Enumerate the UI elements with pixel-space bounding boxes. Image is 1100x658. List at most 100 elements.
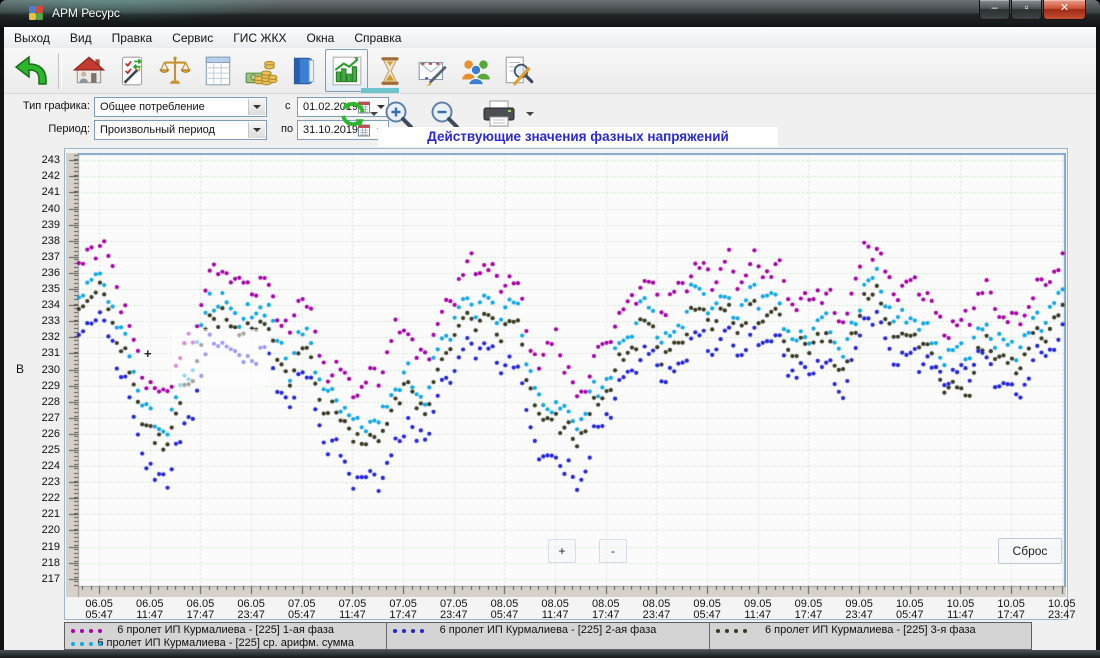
journal-button[interactable] xyxy=(110,49,153,92)
close-button[interactable]: ✕ xyxy=(1043,0,1086,20)
mail-icon xyxy=(416,54,450,88)
legend-cell: 6 пролет ИП Курмалиева - [225] 2-ая фаза xyxy=(387,623,709,649)
chart-type-label: Тип графика: xyxy=(10,100,90,112)
period-dropdown-icon[interactable] xyxy=(248,122,265,138)
menu-item[interactable]: ГИС ЖКХ xyxy=(223,29,296,47)
legend-series-swatch-icon xyxy=(71,629,102,633)
chart-area: В 21721821922022122222322422522622722822… xyxy=(4,148,1096,650)
hourglass-icon xyxy=(373,54,407,88)
chart-zoom-in-button[interactable]: + xyxy=(548,539,576,563)
menu-item[interactable]: Справка xyxy=(344,29,411,47)
chart-type-value: Общее потребление xyxy=(100,101,205,113)
menu-bar: ВыходВидПравкаСервисГИС ЖКХОкнаСправка xyxy=(4,27,1096,49)
chart-zoom-out-button[interactable]: - xyxy=(599,539,627,563)
inspect-button[interactable] xyxy=(497,49,540,92)
x-tick-label: 09.0505:47 xyxy=(679,599,735,621)
menu-item[interactable]: Вид xyxy=(60,29,102,47)
menu-item[interactable]: Окна xyxy=(296,29,344,47)
legend-entry: 6 пролет ИП Курмалиева - [225] 2-ая фаза xyxy=(387,624,708,637)
x-tick-label: 07.0523:47 xyxy=(426,599,482,621)
maximize-button[interactable]: ▫ xyxy=(1011,0,1042,20)
x-axis-labels: 06.0505:4706.0511:4706.0517:4706.0523:47… xyxy=(66,599,1066,621)
hourglass-button[interactable] xyxy=(368,49,411,92)
chart-panel: + + - Сброс 06.0505:4706.0511:4706.0517:… xyxy=(64,148,1068,620)
y-tick-label: 222 xyxy=(28,493,60,504)
x-tick-label: 09.0523:47 xyxy=(831,599,887,621)
legend-entry: 6 пролет ИП Курмалиева - [225] 3-я фаза xyxy=(710,624,1031,637)
y-tick-label: 236 xyxy=(28,268,60,279)
app-icon xyxy=(28,5,44,21)
users-icon xyxy=(459,54,493,88)
back-button[interactable] xyxy=(10,49,53,92)
x-tick-label: 07.0505:47 xyxy=(274,599,330,621)
legend-series-label: 6 пролет ИП Курмалиева - [225] 1-ая фаза xyxy=(65,624,386,637)
inspect-icon xyxy=(502,54,536,88)
main-toolbar xyxy=(4,48,1096,94)
y-tick-label: 230 xyxy=(28,365,60,376)
y-tick-label: 235 xyxy=(28,284,60,295)
print-button[interactable] xyxy=(478,99,520,129)
y-axis-unit: В xyxy=(16,362,24,376)
scales-button[interactable] xyxy=(153,49,196,92)
finance-button[interactable] xyxy=(239,49,282,92)
y-tick-label: 243 xyxy=(28,155,60,166)
y-tick-label: 241 xyxy=(28,187,60,198)
y-tick-label: 218 xyxy=(28,558,60,569)
x-tick-label: 07.0511:47 xyxy=(324,599,380,621)
chart-reset-button[interactable]: Сброс xyxy=(998,538,1062,564)
client-area: Тип графика: Общее потребление с 01.02.2… xyxy=(4,48,1096,650)
y-tick-label: 217 xyxy=(28,574,60,585)
x-tick-label: 08.0517:47 xyxy=(578,599,634,621)
y-tick-label: 228 xyxy=(28,397,60,408)
legend-series-swatch-icon xyxy=(393,629,424,633)
period-value: Произвольный период xyxy=(100,124,215,136)
period-select[interactable]: Произвольный период xyxy=(94,120,267,140)
menu-item[interactable]: Выход xyxy=(4,29,60,47)
period-label: Период: xyxy=(10,123,90,135)
mail-button[interactable] xyxy=(411,49,454,92)
x-tick-label: 10.0511:47 xyxy=(932,599,988,621)
print-dropdown-icon[interactable] xyxy=(526,112,534,116)
x-tick-label: 09.0517:47 xyxy=(780,599,836,621)
y-tick-label: 239 xyxy=(28,220,60,231)
y-axis-labels: 2172182192202212222232242252262272282292… xyxy=(28,153,62,586)
menu-item[interactable]: Правка xyxy=(102,29,163,47)
table-button[interactable] xyxy=(196,49,239,92)
y-tick-label: 232 xyxy=(28,332,60,343)
book-button[interactable] xyxy=(282,49,325,92)
date-to-label: по xyxy=(281,123,293,135)
y-tick-label: 229 xyxy=(28,381,60,392)
app-window: АРМ Ресурс – ▫ ✕ ВыходВидПравкаСервисГИС… xyxy=(0,0,1100,658)
chart-legend: 6 пролет ИП Курмалиева - [225] 1-ая фаза… xyxy=(64,622,1032,650)
home-button[interactable] xyxy=(67,49,110,92)
minimize-button[interactable]: – xyxy=(979,0,1010,20)
y-tick-label: 227 xyxy=(28,413,60,424)
date-from-label: с xyxy=(285,100,291,112)
menu-item[interactable]: Сервис xyxy=(162,29,223,47)
refresh-button[interactable] xyxy=(338,99,368,129)
window-title: АРМ Ресурс xyxy=(52,6,120,20)
window-bottom-frame xyxy=(0,650,1100,658)
chart-type-select[interactable]: Общее потребление xyxy=(94,97,267,117)
chart-type-dropdown-icon[interactable] xyxy=(248,99,265,115)
x-tick-label: 10.0523:47 xyxy=(1034,599,1090,621)
users-button[interactable] xyxy=(454,49,497,92)
x-tick-label: 10.0517:47 xyxy=(983,599,1039,621)
y-tick-label: 220 xyxy=(28,525,60,536)
y-tick-label: 240 xyxy=(28,204,60,215)
x-tick-label: 06.0505:47 xyxy=(71,599,127,621)
y-tick-label: 226 xyxy=(28,429,60,440)
chart-title: Действующие значения фазных напряжений xyxy=(378,127,778,147)
chart-button[interactable] xyxy=(325,49,368,92)
x-tick-label: 07.0517:47 xyxy=(375,599,431,621)
y-tick-label: 223 xyxy=(28,477,60,488)
legend-series-label: 6 пролет ИП Курмалиева - [225] ср. арифм… xyxy=(65,637,386,650)
x-tick-label: 09.0511:47 xyxy=(730,599,786,621)
chart-icon xyxy=(330,54,364,88)
legend-cell: 6 пролет ИП Курмалиева - [225] 1-ая фаза… xyxy=(65,623,387,649)
filter-panel: Тип графика: Общее потребление с 01.02.2… xyxy=(4,93,1096,148)
legend-series-swatch-icon xyxy=(71,642,102,646)
refresh-icon xyxy=(339,100,367,128)
refresh-dropdown-icon[interactable] xyxy=(370,112,378,116)
x-tick-label: 06.0523:47 xyxy=(223,599,279,621)
